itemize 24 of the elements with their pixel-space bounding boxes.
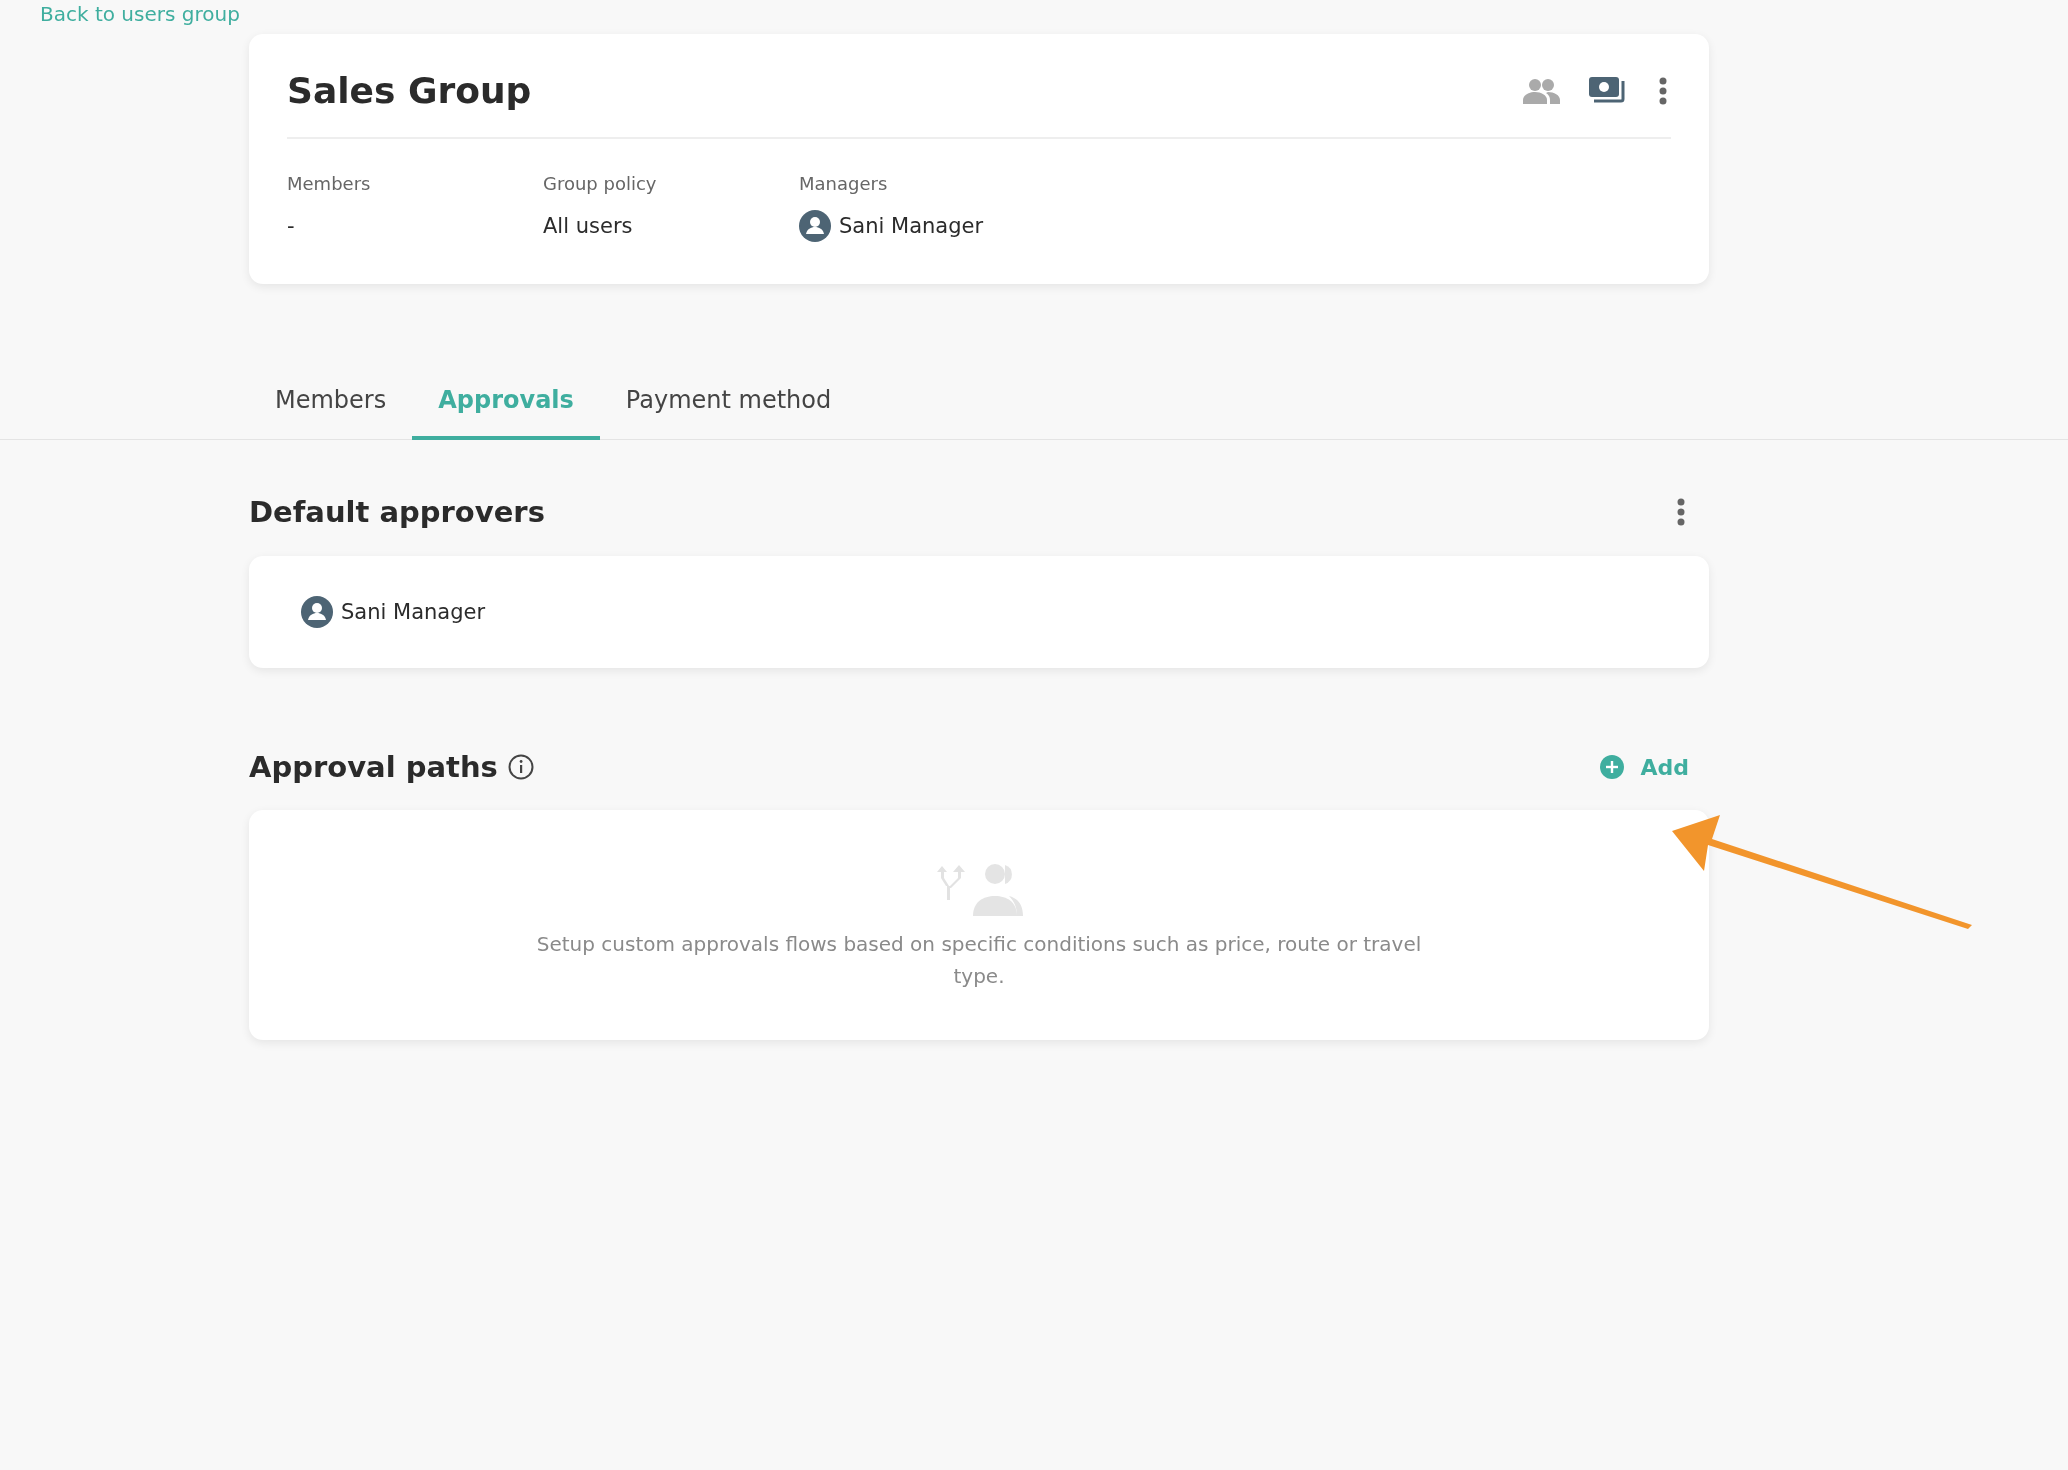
field-label: Group policy [543,173,658,194]
field-value: - [287,213,296,240]
group-title: Sales Group [287,70,532,111]
field-value: Sani Manager [839,213,984,240]
plus-circle-icon [1600,755,1625,779]
info-icon[interactable] [507,754,534,780]
field-value: All users [543,213,634,240]
branch-people-icon [935,862,1023,916]
more-options-icon [1659,76,1667,105]
avatar-icon [799,210,831,242]
tab[interactable]: Payment method [599,376,858,440]
approver-name: Sani Manager [341,599,486,626]
more-options-icon [1677,498,1685,526]
section-title: Default approvers [249,495,545,529]
tab[interactable]: Approvals [412,376,600,440]
tab[interactable]: Members [249,376,413,440]
banknotes-icon[interactable] [1589,76,1627,105]
field-label: Members [287,173,372,194]
field-label: Managers [799,173,889,194]
empty-state-text: Setup custom approvals flows based on specific conditions such as price, route or travel type. [535,931,1423,990]
avatar-icon [301,596,333,628]
back-link[interactable]: Back to users group [40,2,2068,36]
section-title: Approval paths [249,750,498,784]
add-button[interactable]: Add [1600,754,1689,780]
